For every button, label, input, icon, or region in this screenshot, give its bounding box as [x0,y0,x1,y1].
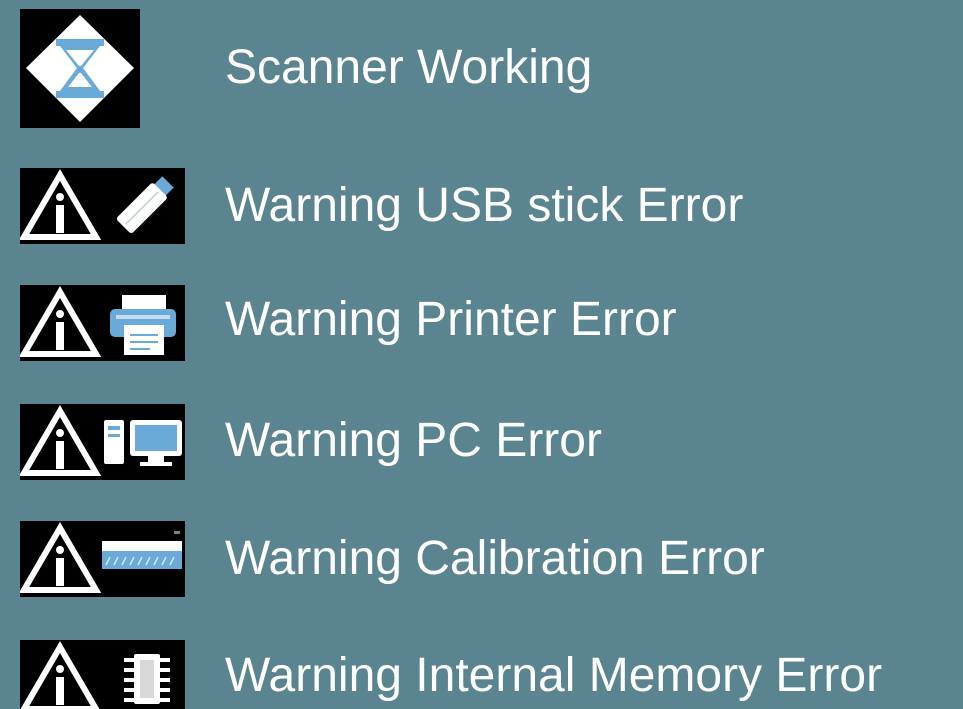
warning-triangle-icon [20,522,102,593]
status-row-internal-memory-error: Warning Internal Memory Error [0,630,963,709]
status-row-calibration-error: Warning Calibration Error [0,520,963,610]
memory-chip-icon [124,654,170,704]
warning-triangle-icon [20,405,102,476]
status-row-scanner-working: Scanner Working [0,0,963,140]
status-label: Warning PC Error [225,414,602,467]
status-label: Warning USB stick Error [225,179,744,232]
usb-stick-icon [116,176,174,234]
status-label: Warning Calibration Error [225,532,765,585]
hourglass-icon [20,9,140,128]
status-row-printer-error: Warning Printer Error [0,280,963,370]
status-row-pc-error: Warning PC Error [0,400,963,490]
warning-printer-icon-group [20,285,185,361]
printer-icon [110,295,176,355]
warning-pc-icon-group [20,404,185,480]
status-label: Scanner Working [225,41,593,94]
warning-triangle-icon [20,286,102,357]
warning-memory-icon-group [20,640,185,709]
status-row-usb-stick-error: Warning USB stick Error [0,160,963,250]
warning-calibration-icon-group [20,521,185,597]
warning-usb-icon-group [20,168,185,244]
warning-triangle-icon [20,169,102,240]
status-label: Warning Internal Memory Error [225,649,883,702]
pc-icon [104,420,182,466]
status-label: Warning Printer Error [225,293,677,346]
warning-triangle-icon [20,641,100,709]
calibration-icon [102,531,182,569]
